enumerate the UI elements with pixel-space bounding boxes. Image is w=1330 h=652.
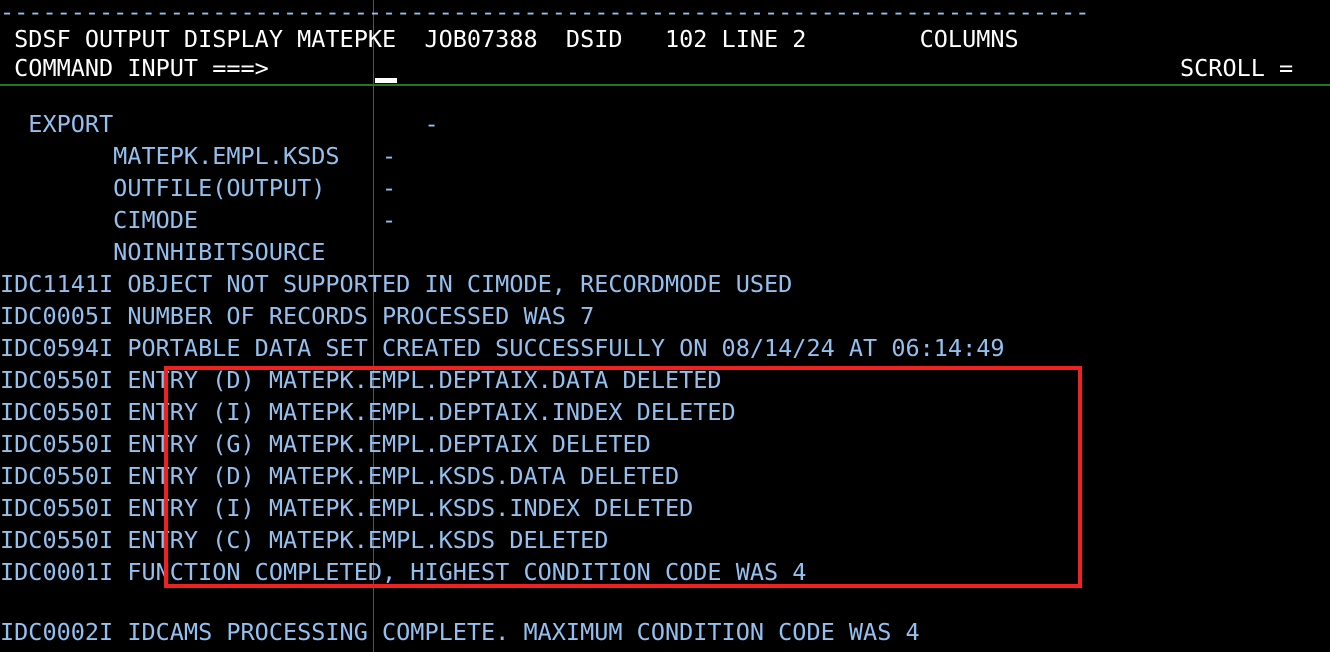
deleted-entry-row: IDC0550I ENTRY (I) MATEPK.EMPL.DEPTAIX.I… bbox=[0, 398, 736, 426]
export-verb-line: EXPORT - bbox=[0, 110, 439, 138]
scroll-label[interactable]: SCROLL = bbox=[1180, 54, 1293, 83]
message-idc0001i: IDC0001I FUNCTION COMPLETED, HIGHEST CON… bbox=[0, 558, 807, 586]
command-input-cursor[interactable] bbox=[375, 78, 397, 83]
deleted-entry-row: IDC0550I ENTRY (C) MATEPK.EMPL.KSDS DELE… bbox=[0, 526, 609, 554]
sdsf-terminal-screen: ----------------------------------------… bbox=[0, 0, 1330, 652]
message-idc0005i: IDC0005I NUMBER OF RECORDS PROCESSED WAS… bbox=[0, 302, 595, 330]
export-dsname-line: MATEPK.EMPL.KSDS - bbox=[0, 142, 397, 170]
deleted-entry-row: IDC0550I ENTRY (G) MATEPK.EMPL.DEPTAIX D… bbox=[0, 430, 651, 458]
message-idc0594i: IDC0594I PORTABLE DATA SET CREATED SUCCE… bbox=[0, 334, 1005, 362]
deleted-entry-row: IDC0550I ENTRY (D) MATEPK.EMPL.KSDS.DATA… bbox=[0, 462, 680, 490]
deleted-entry-row: IDC0550I ENTRY (I) MATEPK.EMPL.KSDS.INDE… bbox=[0, 494, 694, 522]
message-idc0002i: IDC0002I IDCAMS PROCESSING COMPLETE. MAX… bbox=[0, 618, 920, 646]
page-title: SDSF OUTPUT DISPLAY MATEPKE JOB07388 DSI… bbox=[0, 25, 1019, 53]
panel-horizontal-rule bbox=[0, 84, 1330, 86]
export-cimode-line: CIMODE - bbox=[0, 206, 397, 234]
message-idc1141i: IDC1141I OBJECT NOT SUPPORTED IN CIMODE,… bbox=[0, 270, 793, 298]
command-input-line[interactable]: COMMAND INPUT ===> bbox=[0, 54, 269, 83]
top-separator-rule: ----------------------------------------… bbox=[0, 0, 1090, 26]
deleted-entry-row: IDC0550I ENTRY (D) MATEPK.EMPL.DEPTAIX.D… bbox=[0, 366, 722, 394]
export-outfile-line: OUTFILE(OUTPUT) - bbox=[0, 174, 397, 202]
export-noinhibit-line: NOINHIBITSOURCE bbox=[0, 238, 326, 266]
